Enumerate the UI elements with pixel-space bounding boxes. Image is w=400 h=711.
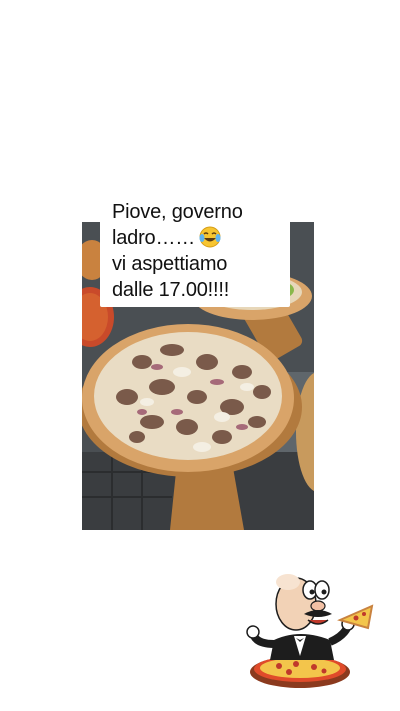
pizza-chef-mascot-icon: [244, 560, 374, 696]
laughing-crying-emoji-icon: [199, 226, 221, 248]
caption-line-3: vi aspettiamo: [112, 253, 228, 275]
caption-box: Piove, governo ladro…… vi aspettiamo dal…: [100, 193, 290, 307]
caption-line-4: dalle 17.00!!!!: [112, 279, 230, 301]
caption-line-2-text: ladro……: [112, 227, 196, 249]
caption-line-2: ladro……: [112, 225, 280, 251]
caption-line-1: Piove, governo: [112, 201, 243, 223]
